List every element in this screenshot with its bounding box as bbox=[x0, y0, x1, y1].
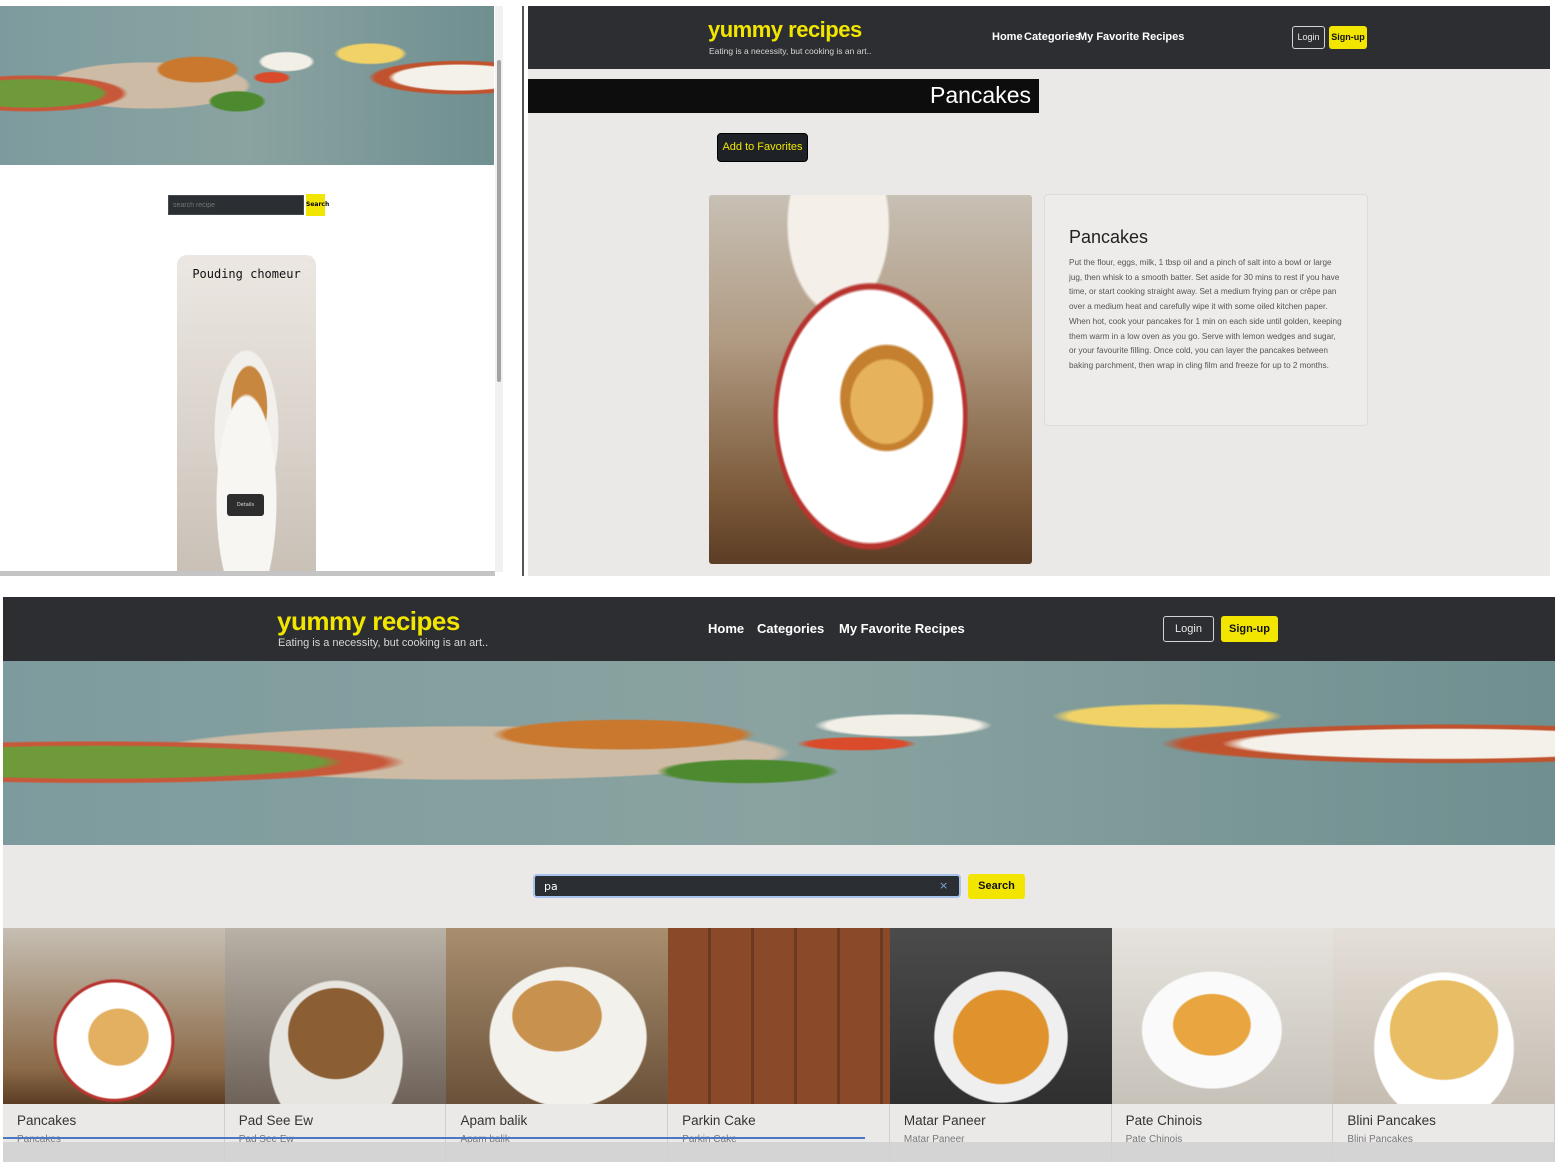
nav-categories[interactable]: Categories bbox=[1024, 31, 1081, 43]
recipe-instructions: Put the flour, eggs, milk, 1 tbsp oil an… bbox=[1069, 258, 1342, 370]
result-image[interactable] bbox=[889, 928, 1112, 1104]
result-title: Matar Paneer bbox=[903, 1113, 986, 1128]
result-image[interactable] bbox=[3, 928, 225, 1104]
result-image[interactable] bbox=[224, 928, 447, 1104]
page-title-bar: Pancakes bbox=[528, 79, 1039, 113]
signup-button[interactable]: Sign-up bbox=[1221, 616, 1278, 642]
brand-logo[interactable]: yummy recipes bbox=[708, 17, 862, 43]
nav-home[interactable]: Home bbox=[708, 621, 744, 636]
result-image[interactable] bbox=[1333, 928, 1555, 1104]
result-image[interactable] bbox=[1111, 928, 1334, 1104]
nav-categories[interactable]: Categories bbox=[757, 621, 824, 636]
search-button[interactable]: Search bbox=[306, 194, 329, 216]
window-divider bbox=[522, 6, 524, 576]
result-card[interactable]: Matar Paneer Matar Paneer bbox=[889, 928, 1112, 1162]
result-card[interactable]: Pad See Ew Pad See Ew bbox=[224, 928, 447, 1162]
focus-indicator-line bbox=[3, 1137, 865, 1139]
login-button[interactable]: Login bbox=[1163, 616, 1214, 642]
nav-favorites[interactable]: My Favorite Recipes bbox=[1078, 31, 1184, 43]
brand-tagline: Eating is a necessity, but cooking is an… bbox=[709, 46, 872, 56]
result-title: Pate Chinois bbox=[1125, 1113, 1203, 1128]
nav-home[interactable]: Home bbox=[992, 31, 1023, 43]
recipe-card-title: Pouding chomeur bbox=[192, 267, 301, 281]
result-title: Apam balik bbox=[460, 1113, 528, 1128]
result-card[interactable]: Pancakes Pancakes bbox=[3, 928, 225, 1162]
brand-logo[interactable]: yummy recipes bbox=[277, 606, 460, 637]
search-input[interactable] bbox=[168, 195, 304, 215]
result-card[interactable]: Apam balik Apam balik bbox=[446, 928, 669, 1162]
search-input[interactable]: pa bbox=[533, 874, 961, 898]
result-card[interactable]: Pate Chinois Pate Chinois bbox=[1111, 928, 1334, 1162]
navbar: yummy recipes Eating is a necessity, but… bbox=[528, 6, 1550, 69]
result-image[interactable] bbox=[668, 928, 891, 1104]
recipe-card[interactable]: Pouding chomeur Details bbox=[177, 255, 316, 571]
results-grid: Pancakes Pancakes Pad See Ew Pad See Ew … bbox=[3, 928, 1555, 1162]
signup-button[interactable]: Sign-up bbox=[1329, 26, 1367, 49]
scrollbar-thumb[interactable] bbox=[497, 60, 501, 382]
recipe-title: Pancakes bbox=[1069, 227, 1149, 247]
result-card[interactable]: Parkin Cake Parkin Cake bbox=[668, 928, 891, 1162]
result-title: Pad See Ew bbox=[238, 1113, 314, 1128]
result-card[interactable]: Blini Pancakes Blini Pancakes bbox=[1333, 928, 1555, 1162]
result-title: Blini Pancakes bbox=[1347, 1113, 1436, 1128]
bottom-overlay-bar bbox=[3, 1142, 1555, 1162]
result-image[interactable] bbox=[446, 928, 669, 1104]
result-title: Pancakes bbox=[17, 1113, 77, 1128]
add-to-favorites-button[interactable]: Add to Favorites bbox=[717, 133, 808, 162]
navbar: yummy recipes Eating is a necessity, but… bbox=[3, 597, 1555, 661]
horizontal-scrollbar[interactable] bbox=[0, 571, 495, 576]
nav-favorites[interactable]: My Favorite Recipes bbox=[839, 621, 965, 636]
recipe-info-card: Pancakes Put the flour, eggs, milk, 1 tb… bbox=[1044, 194, 1368, 426]
page-title: Pancakes bbox=[929, 82, 1031, 108]
hero-banner-image bbox=[0, 6, 494, 165]
brand-tagline: Eating is a necessity, but cooking is an… bbox=[278, 637, 489, 649]
recipe-details-button[interactable]: Details bbox=[227, 494, 264, 516]
recipe-detail-window: yummy recipes Eating is a necessity, but… bbox=[528, 6, 1550, 576]
hero-banner-image bbox=[3, 661, 1555, 845]
clear-icon[interactable]: × bbox=[939, 879, 948, 892]
result-title: Parkin Cake bbox=[682, 1113, 756, 1128]
login-button[interactable]: Login bbox=[1292, 26, 1325, 49]
search-button[interactable]: Search bbox=[968, 874, 1025, 899]
recipe-photo bbox=[709, 195, 1032, 564]
small-window: Search Pouding chomeur Details bbox=[0, 0, 503, 578]
search-results-window: yummy recipes Eating is a necessity, but… bbox=[3, 597, 1555, 1162]
